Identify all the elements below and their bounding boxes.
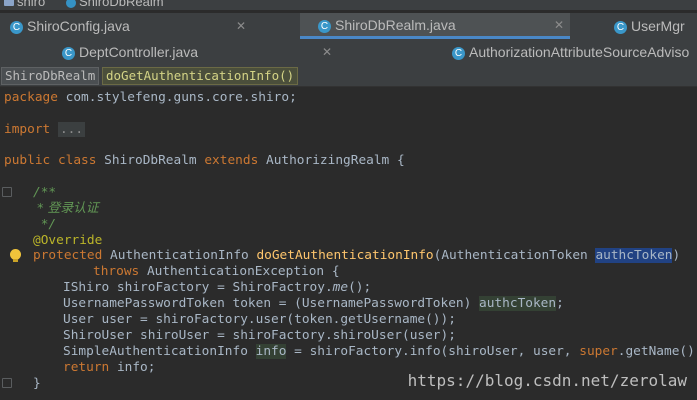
close-icon[interactable]: ✕ [554, 13, 564, 37]
lightbulb-icon[interactable] [10, 249, 21, 262]
class-icon: C [452, 46, 465, 60]
code-line-class-decl: public class ShiroDbRealm extends Author… [4, 153, 405, 169]
code-line-package: package com.stylefeng.guns.core.shiro; [4, 90, 297, 106]
fold-marker[interactable] [2, 187, 12, 197]
exception: AuthenticationException { [139, 264, 340, 279]
keyword: class [50, 153, 97, 168]
breadcrumb-file-label: ShiroDbRealm [79, 0, 164, 9]
code-line-throws: throws AuthenticationException { [93, 264, 340, 280]
code-line-1: IShiro shiroFactory = ShiroFactroy.me(); [63, 280, 371, 296]
static-call: me [332, 280, 349, 295]
folded-imports[interactable]: ... [57, 122, 86, 137]
tab-user-mgr[interactable]: C UserMgr [614, 13, 697, 39]
package-name: com.stylefeng.guns.core.shiro; [57, 90, 297, 105]
breadcrumb-file[interactable]: ShiroDbRealm [66, 0, 164, 9]
doc-comment-text: * 登录认证 [33, 201, 99, 216]
code-line-import: import ... [4, 122, 86, 138]
paren: ) [672, 248, 681, 263]
code-line-method-signature: protected AuthenticationInfo doGetAuthen… [33, 248, 680, 264]
code-text: ; [556, 296, 564, 311]
editor-tabs-row-1: C ShiroConfig.java ✕ C ShiroDbRealm.java ✕… [0, 13, 697, 40]
class-icon: C [10, 20, 23, 34]
return-type: AuthenticationInfo [102, 248, 257, 263]
param-name-highlighted: authcToken [595, 248, 673, 263]
tab-label: ShiroConfig.java [27, 18, 130, 34]
tab-shiro-db-realm[interactable]: C ShiroDbRealm.java ✕ [300, 13, 570, 39]
param-type: (AuthenticationToken [433, 248, 596, 263]
variable-highlighted: info [255, 344, 287, 359]
closing-brace: } [33, 376, 41, 391]
fold-marker[interactable] [2, 378, 12, 388]
class-name: ShiroDbRealm [96, 153, 205, 168]
code-text: (); [348, 280, 372, 295]
keyword: public [4, 153, 51, 168]
code-text: info; [109, 360, 156, 375]
keyword: package [4, 90, 58, 105]
code-line-6: return info; [63, 360, 155, 376]
keyword: throws [93, 264, 140, 279]
tab-authorization-attribute-source-advisor[interactable]: C AuthorizationAttributeSourceAdviso [452, 39, 697, 65]
breadcrumb: shiro ShiroDbRealm [0, 0, 697, 10]
code-text: .getName()); [617, 344, 697, 359]
keyword: super [579, 344, 618, 359]
superclass: AuthorizingRealm { [258, 153, 405, 168]
tab-label: DeptController.java [79, 44, 199, 60]
tab-dept-controller[interactable]: C DeptController.java ✕ [62, 39, 332, 65]
method-name: doGetAuthenticationInfo [256, 248, 434, 263]
code-line-2: UsernamePasswordToken token = (UsernameP… [63, 296, 564, 312]
keyword: import [4, 122, 51, 137]
doc-comment-start: /** [33, 185, 57, 200]
tab-label: UserMgr [631, 18, 685, 34]
code-line-3: User user = shiroFactory.user(token.getU… [63, 312, 456, 327]
structure-navigation-bar: ShiroDbRealm doGetAuthenticationInfo() [0, 64, 697, 87]
breadcrumb-folder-label: shiro [17, 0, 46, 9]
nav-class-chip[interactable]: ShiroDbRealm [1, 67, 100, 85]
code-text: IShiro shiroFactory = ShiroFactroy. [63, 280, 333, 295]
code-line-5: SimpleAuthenticationInfo info = shiroFac… [63, 344, 697, 360]
class-icon: C [614, 20, 627, 34]
folder-icon [4, 0, 14, 7]
keyword: protected [33, 248, 103, 263]
keyword: extends [204, 153, 259, 168]
class-icon [66, 0, 76, 8]
class-icon: C [318, 19, 331, 33]
param-usage-highlighted: authcToken [479, 296, 557, 311]
editor-tabs-row-2: C DeptController.java ✕ C AuthorizationAtt… [0, 39, 697, 66]
nav-method-chip[interactable]: doGetAuthenticationInfo() [102, 67, 299, 85]
close-icon[interactable]: ✕ [236, 13, 246, 39]
close-icon[interactable]: ✕ [322, 39, 332, 65]
annotation-override: @Override [33, 233, 103, 248]
code-text: = shiroFactory.info(shiroUser, user, [286, 344, 580, 359]
tab-label: AuthorizationAttributeSourceAdviso [469, 44, 690, 60]
code-text: SimpleAuthenticationInfo [63, 344, 256, 359]
code-text: UsernamePasswordToken token = (UsernameP… [63, 296, 480, 311]
code-editor[interactable]: package com.stylefeng.guns.core.shiro; i… [0, 87, 697, 400]
code-line-4: ShiroUser shiroUser = shiroFactory.shiro… [63, 328, 456, 343]
watermark: https://blog.csdn.net/zerolaw [407, 371, 687, 390]
breadcrumb-folder[interactable]: shiro [4, 0, 45, 9]
tab-shiro-config[interactable]: C ShiroConfig.java ✕ [10, 13, 280, 39]
doc-comment-end: */ [33, 217, 57, 232]
class-icon: C [62, 46, 75, 60]
tab-label: ShiroDbRealm.java [335, 17, 456, 33]
keyword: return [63, 360, 110, 375]
